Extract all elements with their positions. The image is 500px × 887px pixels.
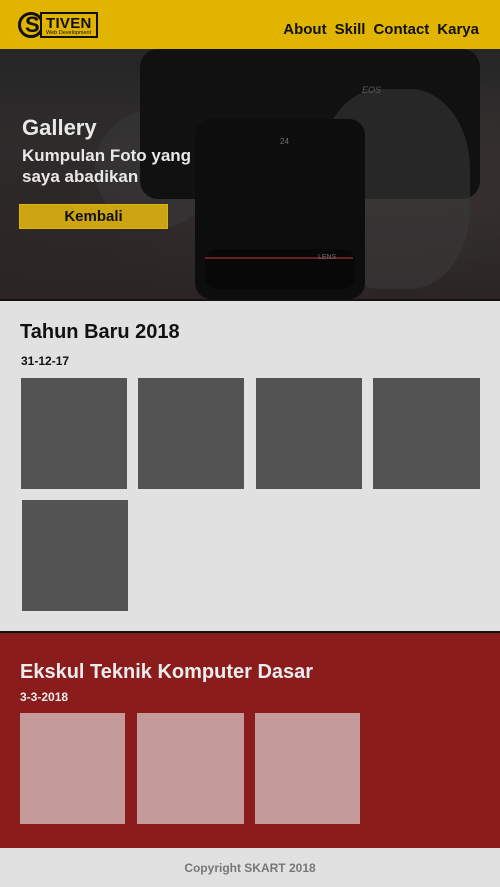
logo-subtitle: Web Development	[46, 30, 92, 36]
site-logo[interactable]: S TIVEN Web Development	[18, 10, 100, 40]
nav-about[interactable]: About	[283, 21, 326, 38]
logo-letter: S	[25, 12, 40, 37]
photo-thumbnail[interactable]	[137, 713, 244, 824]
album-date: 3-3-2018	[20, 690, 69, 704]
site-header: S TIVEN Web Development About Skill Cont…	[0, 0, 500, 49]
site-footer: Copyright SKART 2018	[0, 848, 500, 887]
album-title: Ekskul Teknik Komputer Dasar	[20, 661, 314, 683]
photo-thumbnail[interactable]	[255, 713, 360, 824]
album-section: Ekskul Teknik Komputer Dasar 3-3-2018	[0, 633, 500, 848]
photo-thumbnail[interactable]	[256, 378, 362, 489]
copyright-text: Copyright SKART 2018	[184, 861, 316, 875]
album-date: 31-12-17	[21, 354, 70, 368]
photo-thumbnail[interactable]	[21, 378, 127, 489]
nav-skill[interactable]: Skill	[335, 21, 366, 38]
page-title: Gallery	[22, 115, 97, 140]
page-subtitle: Kumpulan Foto yang saya abadikan	[22, 146, 192, 186]
main-nav: About Skill Contact Karya	[283, 21, 479, 38]
photo-thumbnail[interactable]	[373, 378, 480, 489]
logo-box: TIVEN Web Development	[40, 12, 98, 38]
nav-contact[interactable]: Contact	[373, 21, 429, 38]
nav-karya[interactable]: Karya	[437, 21, 479, 38]
photo-thumbnail[interactable]	[20, 713, 125, 824]
photo-thumbnail[interactable]	[22, 500, 128, 611]
hero-banner: EOS 24 LENS Gallery Kumpulan Foto yang s…	[0, 49, 500, 299]
album-section: Tahun Baru 2018 31-12-17	[0, 301, 500, 631]
back-button[interactable]: Kembali	[19, 204, 168, 229]
album-title: Tahun Baru 2018	[20, 321, 180, 343]
photo-thumbnail[interactable]	[138, 378, 244, 489]
